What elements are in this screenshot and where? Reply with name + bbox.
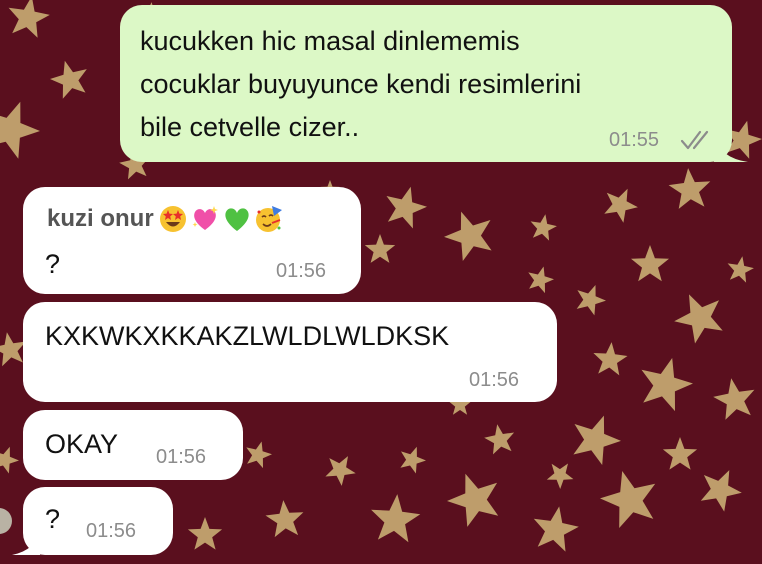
message-text-line: cocuklar buyuyunce kendi resimlerini [140,69,582,99]
message-text: ? [45,249,61,279]
star-icon [400,446,426,474]
star-icon [641,358,693,412]
star-icon [600,471,656,528]
message-bubble-incoming[interactable]: kuzi onur ? 01:56 [23,187,361,294]
message-bubble-incoming[interactable]: OKAY 01:56 [23,410,243,480]
star-icon [533,506,579,552]
star-icon [371,494,421,543]
star-icon [530,214,557,241]
message-timestamp: 01:56 [86,520,137,542]
star-icon [631,245,669,282]
sender-name[interactable]: kuzi onur [47,205,154,233]
star-struck-emoji [159,206,186,232]
message-text: ? [45,504,61,534]
sparkling-heart-emoji [192,206,218,230]
star-icon [546,463,574,489]
star-icon [444,211,492,261]
star-icon [484,424,515,455]
star-icon [265,500,304,538]
double-check-icon [680,130,709,150]
star-icon [573,415,621,465]
message-timestamp: 01:56 [276,260,327,282]
message-timestamp: 01:56 [469,369,520,391]
star-icon [0,446,19,474]
message-bubble-incoming[interactable]: KXKWKXKKAKZLWLDLWLDKSK 01:56 [23,302,557,402]
star-icon [713,378,755,420]
message-timestamp: 01:55 [609,129,660,151]
star-icon [386,186,427,229]
star-icon [700,470,742,512]
star-icon [662,437,698,470]
message-bubble-incoming[interactable]: ? 01:56 [23,487,173,555]
message-text-line: bile cetvelle cizer.. [140,112,360,142]
star-icon [604,188,638,223]
star-icon [8,0,50,38]
star-icon [364,234,396,263]
message-bubble-outgoing[interactable]: kucukken hic masal dinlememis cocuklar b… [120,5,732,162]
partying-face-emoji [255,206,282,232]
message-timestamp: 01:56 [156,446,207,468]
star-icon [674,294,723,344]
star-icon [576,285,606,316]
sender-header: kuzi onur [47,199,284,239]
star-icon [50,60,87,99]
message-text: OKAY [45,429,119,459]
message-text-line: kucukken hic masal dinlememis [140,26,520,56]
bubble-tail [714,136,748,162]
star-icon [668,168,711,209]
star-icon [528,266,554,294]
star-icon [727,256,754,283]
star-icon [325,456,356,486]
star-icon [0,101,40,159]
star-icon [447,473,499,527]
bubble-tail [12,530,40,555]
star-icon [593,342,628,376]
star-icon [187,517,223,550]
star-icon [0,332,26,367]
star-icon [246,441,272,469]
message-text: KXKWKXKKAKZLWLDLWLDKSK [45,321,450,351]
green-heart-emoji [225,208,249,231]
